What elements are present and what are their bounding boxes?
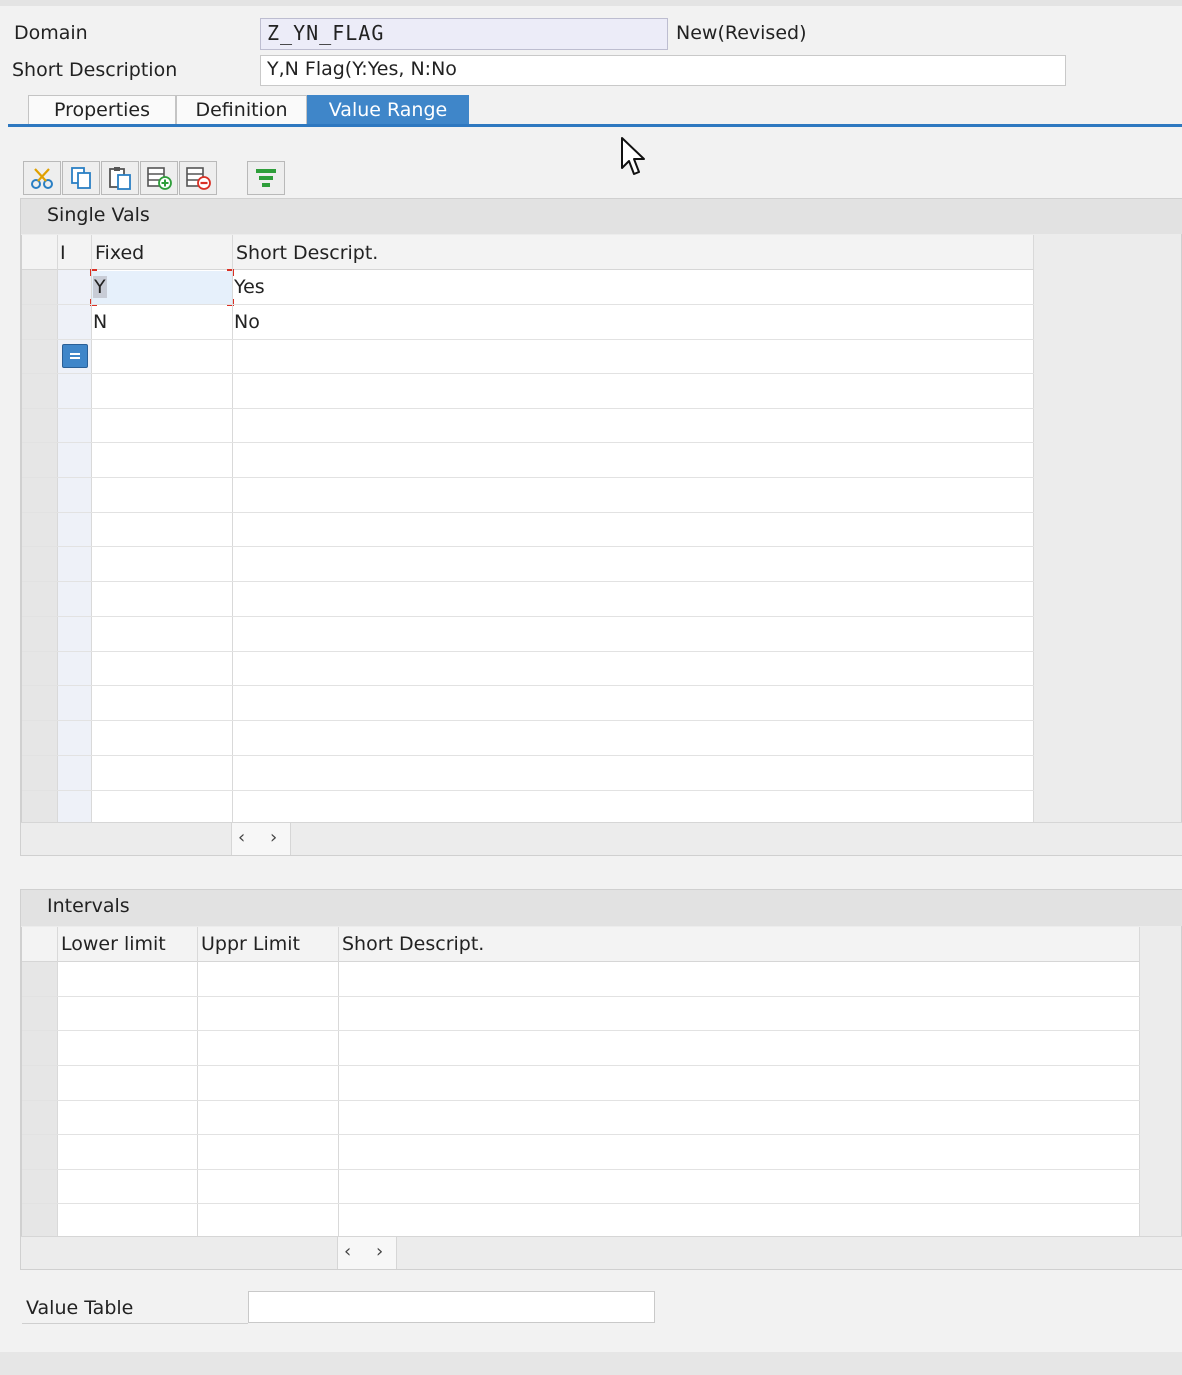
short-description-field[interactable]: Y,N Flag(Y:Yes, N:No bbox=[260, 55, 1066, 86]
copy-button[interactable] bbox=[62, 161, 100, 195]
top-band bbox=[0, 0, 1182, 6]
short-descript-cell[interactable]: No bbox=[234, 311, 260, 333]
domain-field[interactable]: Z_YN_FLAG bbox=[260, 18, 668, 50]
single-vals-grid: I Fixed Short Descript. Y Yes N No bbox=[21, 235, 1034, 822]
single-vals-hscroll[interactable]: ‹ › bbox=[21, 822, 1182, 855]
tab-underline bbox=[8, 124, 1182, 127]
fixed-value-cell[interactable]: Y bbox=[93, 276, 107, 298]
filter-button[interactable] bbox=[247, 161, 285, 195]
tab-definition[interactable]: Definition bbox=[176, 95, 307, 125]
value-table-label: Value Table bbox=[26, 1297, 134, 1319]
insert-row-button[interactable] bbox=[140, 161, 178, 195]
copy-icon bbox=[71, 167, 91, 189]
delete-row-button[interactable] bbox=[179, 161, 217, 195]
single-vals-titlebar bbox=[21, 199, 1182, 234]
column-header-uppr-limit[interactable]: Uppr Limit bbox=[201, 933, 300, 955]
new-entry-icon[interactable] bbox=[62, 344, 88, 368]
insert-row-icon bbox=[147, 167, 172, 190]
row-selector-column[interactable] bbox=[22, 962, 57, 1236]
single-vals-title: Single Vals bbox=[47, 204, 150, 226]
intervals-title: Intervals bbox=[47, 895, 130, 917]
column-header-indicator[interactable]: I bbox=[60, 242, 66, 264]
column-header-fixed[interactable]: Fixed bbox=[95, 242, 144, 264]
cut-button[interactable] bbox=[23, 161, 61, 195]
single-vals-header bbox=[22, 235, 1034, 270]
intervals-hscroll[interactable]: ‹ › bbox=[21, 1236, 1182, 1269]
status-text: New(Revised) bbox=[676, 22, 807, 44]
value-table-input[interactable] bbox=[248, 1291, 655, 1323]
scroll-left-icon[interactable]: ‹ bbox=[344, 1241, 351, 1262]
domain-label: Domain bbox=[14, 22, 88, 44]
column-header-short-descript[interactable]: Short Descript. bbox=[342, 933, 484, 955]
scroll-right-icon[interactable]: › bbox=[270, 827, 277, 848]
column-header-short-descript[interactable]: Short Descript. bbox=[236, 242, 378, 264]
intervals-grid: Lower limit Uppr Limit Short Descript. bbox=[21, 927, 1140, 1236]
filter-icon bbox=[256, 169, 276, 187]
paste-icon bbox=[109, 167, 131, 190]
intervals-header bbox=[22, 927, 1140, 962]
tab-properties[interactable]: Properties bbox=[28, 95, 176, 125]
tab-value-range[interactable]: Value Range bbox=[307, 95, 469, 125]
scroll-left-icon[interactable]: ‹ bbox=[238, 827, 245, 848]
cut-icon bbox=[31, 168, 53, 189]
short-description-label: Short Description bbox=[12, 59, 178, 81]
fixed-value-cell[interactable]: N bbox=[93, 311, 107, 333]
paste-button[interactable] bbox=[101, 161, 139, 195]
column-header-lower-limit[interactable]: Lower limit bbox=[61, 933, 166, 955]
scroll-right-icon[interactable]: › bbox=[376, 1241, 383, 1262]
delete-row-icon bbox=[186, 167, 211, 190]
bottom-band bbox=[0, 1352, 1182, 1375]
short-descript-cell[interactable]: Yes bbox=[234, 276, 265, 298]
mouse-cursor-icon bbox=[621, 137, 645, 175]
focused-cell-fixed[interactable] bbox=[92, 271, 232, 304]
intervals-titlebar bbox=[21, 890, 1182, 926]
